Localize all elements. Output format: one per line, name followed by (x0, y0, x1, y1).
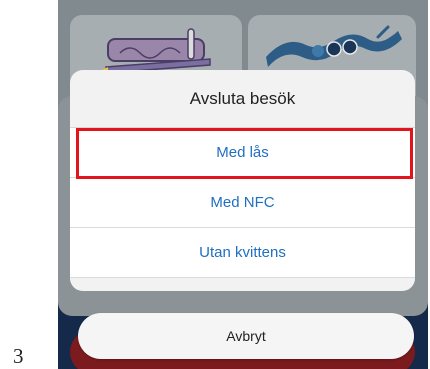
option-without-receipt[interactable]: Utan kvittens (70, 228, 415, 278)
option-with-nfc[interactable]: Med NFC (70, 178, 415, 228)
sheet-title: Avsluta besök (70, 70, 415, 128)
phone-screen: Avsluta besök Med lås Med NFC Utan kvitt… (58, 0, 428, 369)
figure-number: 3 (13, 344, 24, 368)
cancel-button[interactable]: Avbryt (78, 313, 414, 359)
action-sheet: Avsluta besök Med lås Med NFC Utan kvitt… (70, 70, 415, 291)
sheet-footer-space (70, 278, 415, 290)
option-with-lock[interactable]: Med lås (70, 128, 415, 178)
